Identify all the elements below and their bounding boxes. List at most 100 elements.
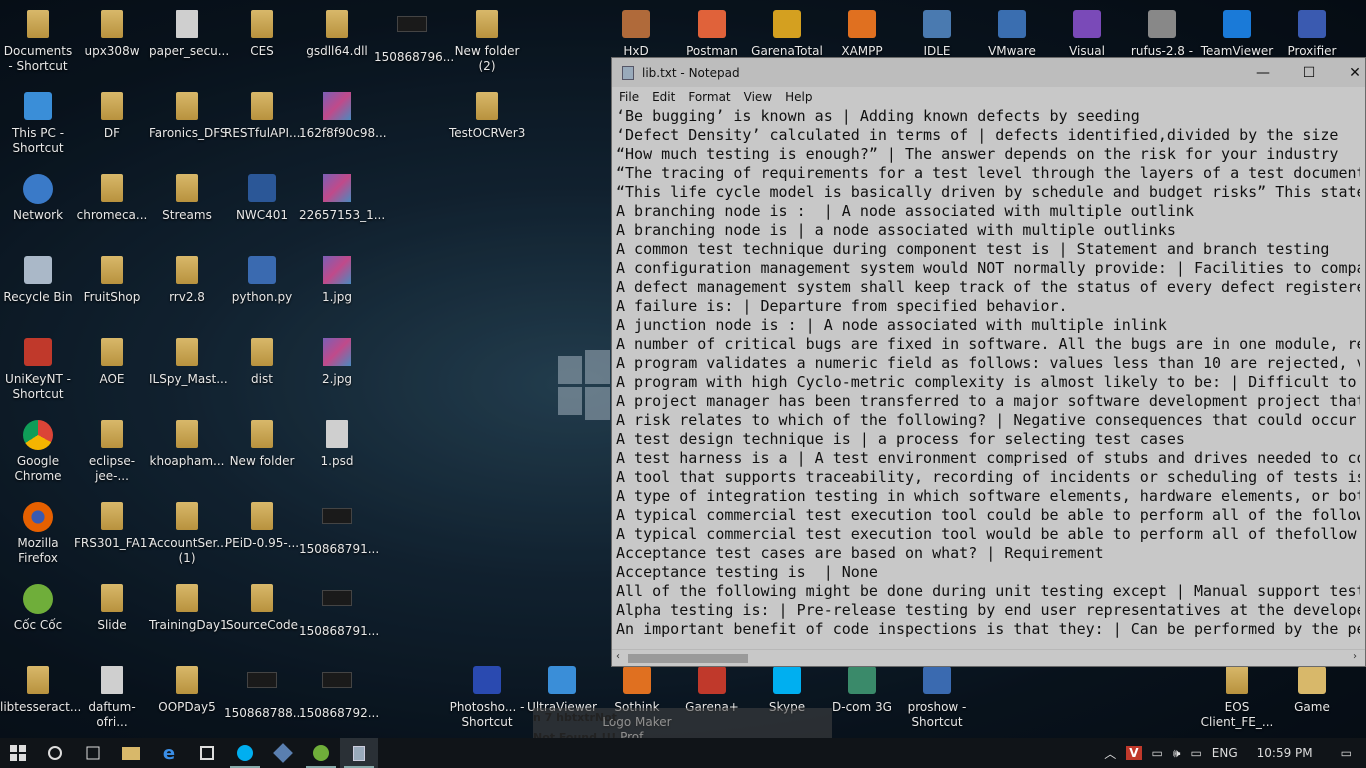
menu-view[interactable]: View [737,90,778,104]
desktop-icon[interactable]: dist [224,338,300,387]
desktop-icon[interactable]: This PC - Shortcut [0,92,76,156]
search-button[interactable] [36,738,74,768]
desktop-icon[interactable]: 1.jpg [299,256,375,305]
desktop-icon[interactable]: Google Chrome [0,420,76,484]
language-indicator[interactable]: ENG [1207,746,1243,760]
desktop-icon[interactable]: 22657153_1... [299,174,385,223]
battery-icon[interactable]: ▭ [1147,746,1168,760]
desktop-icon[interactable]: XAMPP [824,10,900,59]
scrollbar-thumb[interactable] [628,654,748,663]
desktop-icon[interactable]: VMware [974,10,1050,59]
desktop-icon[interactable]: AccountSer... (1) [149,502,228,566]
desktop-icon[interactable]: libtesseract... [0,666,81,715]
desktop-icon[interactable]: Network [0,174,76,223]
desktop-icon[interactable]: Mozilla Firefox [0,502,76,566]
minimize-button[interactable]: — [1240,58,1286,87]
desktop-icon[interactable]: AOE [74,338,150,387]
scroll-right-arrow-icon[interactable]: › [1353,651,1357,662]
desktop-icon[interactable]: Photosho... - Shortcut [449,666,525,730]
desktop-icon[interactable]: 150868791... [299,502,379,557]
desktop-icon[interactable]: SourceCode [224,584,300,633]
start-button[interactable] [0,738,36,768]
desktop-icon[interactable]: TestOCRVer3 [449,92,525,141]
desktop-icon[interactable]: TrainingDay1 [149,584,228,633]
notepad-window[interactable]: lib.txt - Notepad — ☐ ✕ File Edit Format… [611,57,1366,667]
desktop-icon[interactable]: HxD [598,10,674,59]
desktop-icon[interactable]: proshow - Shortcut [899,666,975,730]
desktop-icon[interactable]: khoapham... [149,420,225,469]
desktop-icon[interactable]: Game [1274,666,1350,715]
menu-file[interactable]: File [612,90,645,104]
taskbar-file-explorer[interactable] [112,738,150,768]
close-button[interactable]: ✕ [1332,58,1366,87]
desktop-icon[interactable]: Streams [149,174,225,223]
desktop-icon[interactable]: NWC401 [224,174,300,223]
desktop-icon[interactable]: Documents - Shortcut [0,10,76,74]
desktop-icon[interactable]: rrv2.8 [149,256,225,305]
taskbar-virtualbox[interactable] [264,738,302,768]
vertical-scrollbar[interactable] [1360,107,1365,647]
desktop-icon-label: 1.jpg [321,290,353,304]
desktop-icon[interactable]: gsdll64.dll [299,10,375,59]
desktop-icon[interactable]: CES [224,10,300,59]
menu-help[interactable]: Help [778,90,818,104]
desktop-icon[interactable]: 150868791... [299,584,379,639]
desktop-icon[interactable]: RESTfulAPI... [224,92,300,141]
taskbar-notepad[interactable] [340,738,378,768]
desktop-icon[interactable]: Cốc Cốc [0,584,76,633]
desktop-icon[interactable]: OOPDay5 [149,666,225,715]
desktop-icon[interactable]: Proxifier [1274,10,1350,59]
desktop-icon[interactable]: upx308w [74,10,150,59]
desktop-icon[interactable]: Faronics_DFS [149,92,228,141]
firefox-icon [23,502,53,532]
unikey-v-icon[interactable]: V [1121,746,1146,760]
desktop-icon[interactable]: Slide [74,584,150,633]
action-center-icon[interactable]: ▭ [1327,746,1366,760]
desktop-icon[interactable]: 150868788... [224,666,304,721]
desktop-icon[interactable]: Recycle Bin [0,256,76,305]
desktop-icon[interactable]: FRS301_FA17 [74,502,155,551]
desktop-icon[interactable]: D-com 3G [824,666,900,715]
clock[interactable]: 10:59 PM [1243,746,1327,760]
desktop-icon[interactable]: ILSpy_Mast... [149,338,228,387]
desktop-icon[interactable]: 150868792... [299,666,379,721]
network-icon[interactable]: ▭ [1185,746,1206,760]
desktop-icon[interactable]: 150868796... [374,10,454,65]
desktop-icon-graphic [697,10,727,40]
taskbar-coccoc[interactable] [302,738,340,768]
desktop-icon[interactable]: chromeca... [74,174,150,223]
desktop-icon-label: PEiD-0.95-... [224,536,300,550]
desktop-icon[interactable]: eclipse-jee-... [74,420,150,484]
taskbar-store[interactable] [188,738,226,768]
desktop-icon[interactable]: Postman [674,10,750,59]
desktop-icon-label: 1.psd [320,454,354,468]
desktop-icon[interactable]: New folder (2) [449,10,525,74]
desktop-icon[interactable]: daftum-ofri... [74,666,150,730]
desktop-icon[interactable]: rufus-2.8 - [1124,10,1200,59]
scroll-left-arrow-icon[interactable]: ‹ [616,651,620,662]
volume-icon[interactable]: 🕪 [1168,746,1186,761]
desktop-icon[interactable]: paper_secu... [149,10,229,59]
menu-edit[interactable]: Edit [645,90,681,104]
task-view-button[interactable] [74,738,112,768]
chevron-up-icon[interactable]: ︿ [1099,745,1121,762]
desktop-icon[interactable]: 2.jpg [299,338,375,387]
horizontal-scrollbar[interactable]: ‹ › [612,649,1365,666]
desktop-icon[interactable]: 162f8f90c98... [299,92,387,141]
taskbar-skype[interactable] [226,738,264,768]
menu-format[interactable]: Format [681,90,736,104]
desktop-icon[interactable]: UniKeyNT - Shortcut [0,338,76,402]
desktop-icon[interactable]: PEiD-0.95-... [224,502,300,551]
desktop-icon[interactable]: DF [74,92,150,141]
folder-icon [176,666,198,694]
text-area[interactable]: ‘Be bugging’ is known as | Adding known … [614,107,1362,647]
taskbar-edge[interactable]: e [150,738,188,768]
desktop-icon[interactable]: TeamViewer [1199,10,1275,59]
desktop-icon[interactable]: 1.psd [299,420,375,469]
desktop-icon[interactable]: EOS Client_FE_... [1199,666,1275,730]
desktop-icon[interactable]: New folder [224,420,300,469]
maximize-button[interactable]: ☐ [1286,58,1332,87]
notepad-titlebar[interactable]: lib.txt - Notepad — ☐ ✕ [612,58,1365,87]
desktop-icon[interactable]: FruitShop [74,256,150,305]
desktop-icon[interactable]: python.py [224,256,300,305]
